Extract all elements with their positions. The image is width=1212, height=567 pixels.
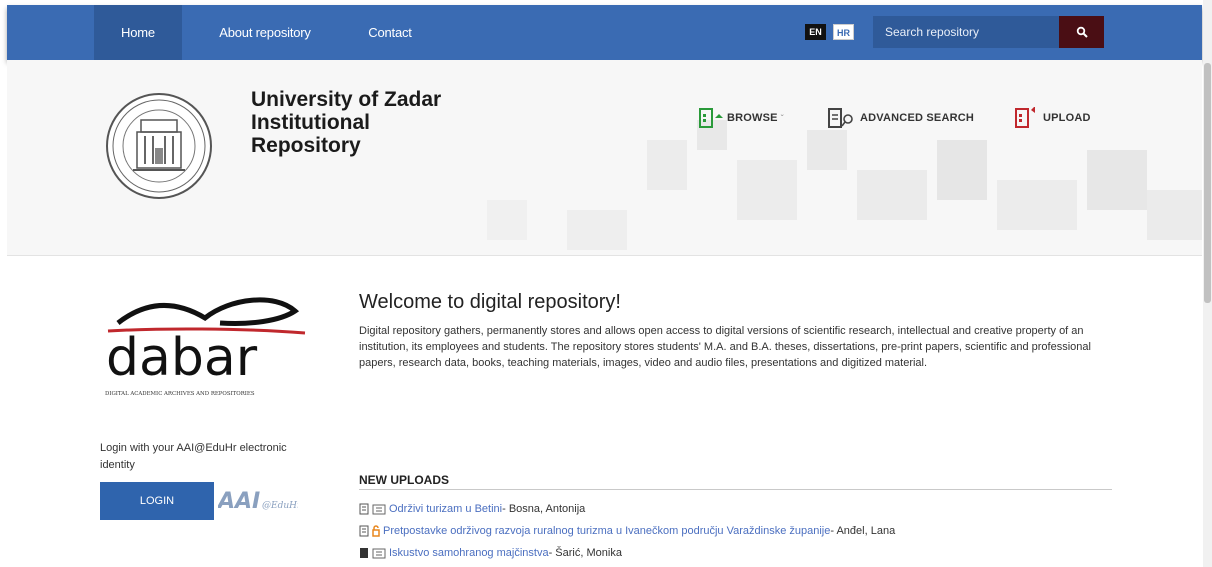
welcome-text: Digital repository gathers, permanently … [359, 325, 1091, 369]
advanced-search-link[interactable]: ADVANCED SEARCH [826, 105, 974, 131]
search-input[interactable] [873, 16, 1059, 48]
upload-icon [1015, 107, 1035, 128]
login-button[interactable]: LOGIN [100, 482, 214, 520]
nav-home[interactable]: Home [94, 5, 182, 60]
divider [359, 489, 1112, 490]
language-hr-button[interactable]: HR [833, 24, 854, 40]
new-uploads-heading: NEW UPLOADS [359, 473, 449, 487]
svg-text:dabar: dabar [106, 328, 258, 388]
nav-contact[interactable]: Contact [345, 5, 435, 60]
svg-text:DIGITAL ACADEMIC ARCHIVES AND: DIGITAL ACADEMIC ARCHIVES AND REPOSITORI… [105, 391, 255, 397]
dabar-logo: dabar DIGITAL ACADEMIC ARCHIVES AND REPO… [105, 297, 306, 397]
upload-link[interactable]: UPLOAD [1013, 105, 1091, 131]
upload-title-link[interactable]: Pretpostavke održivog razvoja ruralnog t… [383, 525, 830, 537]
thesis-icon [372, 548, 386, 559]
chevron-down-icon: ˇ [780, 113, 784, 123]
login-instructions: Login with your AAI@EduHr electronic ide… [100, 442, 287, 471]
upload-title-link[interactable]: Održivi turizam u Betini [389, 503, 502, 515]
document-icon [359, 525, 369, 537]
search-icon [1076, 26, 1088, 38]
nav-about-repository[interactable]: About repository [195, 5, 335, 60]
document-icon [359, 503, 369, 515]
document-filled-icon [360, 548, 368, 558]
svg-text:@EduHr: @EduHr [262, 501, 298, 511]
welcome-title: Welcome to digital repository! [359, 291, 621, 313]
browse-icon [699, 108, 723, 128]
list-item: Iskustvo samohranog majčinstva - Šarić, … [359, 544, 622, 562]
site-title[interactable]: University of Zadar Institutional Reposi… [251, 88, 491, 157]
university-seal-logo [106, 93, 212, 199]
search-button[interactable] [1059, 16, 1104, 48]
language-en-button[interactable]: EN [805, 24, 826, 40]
aai-eduhr-logo: AAI @EduHr [218, 489, 298, 514]
scrollbar-thumb[interactable] [1204, 63, 1211, 303]
browse-menu[interactable]: BROWSE ˇ [697, 105, 784, 131]
svg-text:AAI: AAI [218, 489, 260, 514]
upload-title-link[interactable]: Iskustvo samohranog majčinstva [389, 547, 549, 559]
list-item: Pretpostavke održivog razvoja ruralnog t… [359, 522, 895, 540]
list-item: Održivi turizam u Betini - Bosna, Antoni… [359, 500, 585, 518]
open-access-icon [372, 525, 380, 537]
advanced-search-icon [828, 108, 853, 128]
thesis-icon [372, 504, 386, 515]
